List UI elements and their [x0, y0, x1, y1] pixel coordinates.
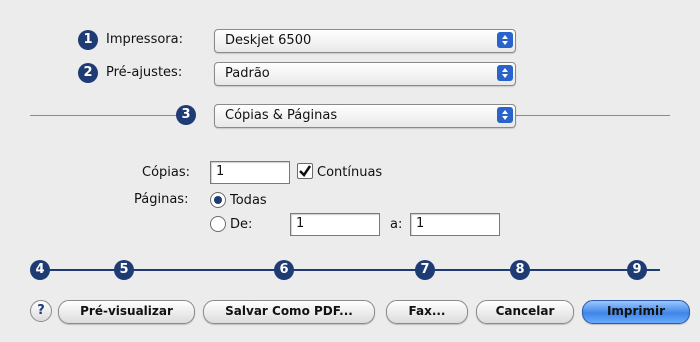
callout-6: 6	[274, 260, 294, 280]
print-button-label: Imprimir	[606, 304, 666, 318]
pages-from-radio[interactable]	[210, 216, 226, 232]
save-pdf-button-label: Salvar Como PDF...	[225, 304, 353, 318]
pages-to-label: a:	[390, 217, 403, 232]
help-icon[interactable]: ?	[30, 300, 52, 322]
callout-1: 1	[78, 30, 98, 50]
callout-9: 9	[627, 260, 647, 280]
callout-3: 3	[176, 105, 196, 125]
up-down-arrows-icon	[497, 32, 513, 48]
preview-button-label: Pré-visualizar	[80, 304, 173, 318]
print-button[interactable]: Imprimir	[582, 300, 690, 324]
pages-to-field[interactable]: 1	[410, 213, 500, 236]
checkmark-icon	[299, 165, 312, 177]
callout-8: 8	[510, 260, 530, 280]
panel-value: Cópias & Páginas	[225, 108, 338, 123]
fax-button-label: Fax...	[408, 304, 446, 318]
save-pdf-button[interactable]: Salvar Como PDF...	[203, 300, 375, 324]
presets-value: Padrão	[225, 66, 270, 81]
fax-button[interactable]: Fax...	[386, 300, 468, 324]
printer-popup[interactable]: Deskjet 6500	[214, 29, 516, 53]
callout-7: 7	[415, 260, 435, 280]
preview-button[interactable]: Pré-visualizar	[58, 300, 195, 324]
copies-field[interactable]: 1	[210, 161, 290, 184]
pages-from-field[interactable]: 1	[290, 213, 380, 236]
separator-line-right	[515, 115, 670, 116]
presets-popup[interactable]: Padrão	[214, 62, 516, 86]
pages-from-value: 1	[296, 216, 305, 231]
collated-label: Contínuas	[317, 165, 383, 180]
callout-5: 5	[114, 260, 134, 280]
cancel-button[interactable]: Cancelar	[476, 300, 574, 324]
copies-value: 1	[216, 164, 225, 179]
pages-all-radio[interactable]	[210, 192, 226, 208]
pages-to-value: 1	[416, 216, 425, 231]
callout-4: 4	[30, 260, 50, 280]
printer-label: Impressora:	[106, 32, 183, 47]
pages-from-label: De:	[230, 217, 253, 232]
cancel-button-label: Cancelar	[495, 304, 555, 318]
up-down-arrows-icon	[497, 65, 513, 81]
pages-all-label: Todas	[230, 193, 267, 208]
panel-popup[interactable]: Cópias & Páginas	[214, 104, 516, 128]
separator-line-left	[30, 115, 180, 116]
up-down-arrows-icon	[497, 107, 513, 123]
collated-checkbox[interactable]	[297, 163, 313, 179]
copies-label: Cópias:	[142, 165, 191, 180]
pages-label: Páginas:	[134, 192, 189, 207]
printer-value: Deskjet 6500	[225, 33, 312, 48]
callout-2: 2	[78, 63, 98, 83]
presets-label: Pré-ajustes:	[106, 65, 183, 80]
